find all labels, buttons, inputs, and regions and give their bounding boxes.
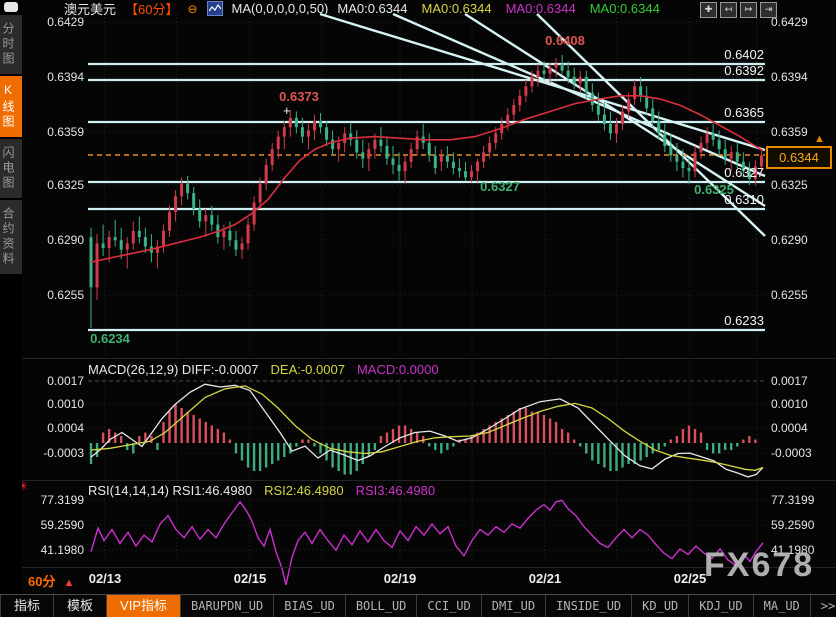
ma-indicator-icon[interactable] (207, 1, 223, 16)
price-axis-label-right: 0.6290 (771, 233, 808, 247)
price-annotation: 0.6373 (279, 89, 319, 104)
toolbar-tab-CCI_UD[interactable]: CCI_UD (417, 595, 481, 617)
macd-axis-label-right: 0.0017 (771, 374, 808, 388)
chart-canvas[interactable] (0, 0, 836, 594)
rsi-header-value: RSI3:46.4980 (356, 483, 436, 498)
rsi-header-value: RSI(14,14,14) RSI1:46.4980 (88, 483, 252, 498)
price-annotation: 0.6327 (480, 179, 520, 194)
sidebar-collapse-handle[interactable] (4, 2, 18, 12)
hline-price-label: 0.6233 (696, 313, 764, 328)
rsi-axis-label-left: 59.2590 (20, 518, 84, 532)
macd-header-value: MACD(26,12,9) DIFF:-0.0007 (88, 362, 259, 377)
period-label: 【60分】 (125, 0, 178, 18)
price-up-arrow-icon: ▲ (814, 133, 825, 145)
watermark-logo: FX678 (704, 546, 814, 585)
macd-axis-label-left: -0.0003 (20, 446, 84, 460)
shift-left-icon[interactable]: ↤ (720, 2, 737, 18)
toolbar-tab-KD_UD[interactable]: KD_UD (632, 595, 689, 617)
price-axis-label-left: 0.6394 (20, 70, 84, 84)
macd-axis-label-left: 0.0004 (20, 421, 84, 435)
toolbar-tab-BIAS_UD[interactable]: BIAS_UD (274, 595, 346, 617)
sidebar-tab-分时图[interactable]: 分时图 (0, 15, 22, 74)
indicator-toolbar: 指标模板VIP指标BARUPDN_UDBIAS_UDBOLL_UDCCI_UDD… (0, 594, 836, 617)
macd-axis-label-right: -0.0003 (771, 446, 812, 460)
rsi-axis-label-left: 77.3199 (20, 493, 84, 507)
price-axis-label-left: 0.6325 (20, 178, 84, 192)
ma-value-label: MA0:0.6344 (590, 1, 660, 16)
hline-price-label: 0.6402 (696, 47, 764, 62)
toolbar-tab-模板[interactable]: 模板 (54, 595, 107, 617)
toolbar-tab-VIP指标[interactable]: VIP指标 (107, 595, 181, 617)
hline-price-label: 0.6327 (696, 165, 764, 180)
price-axis-label-right: 0.6325 (771, 178, 808, 192)
chart-type-sidebar: 分时图K线图闪电图合约资料 (0, 0, 22, 594)
ma-value-label: MA0:0.6344 (506, 1, 576, 16)
price-axis-label-right: 0.6394 (771, 70, 808, 84)
price-axis-label-left: 0.6359 (20, 125, 84, 139)
up-triangle-icon: ▲ (63, 577, 74, 589)
hline-price-label: 0.6365 (696, 105, 764, 120)
rsi-axis-label-left: 41.1980 (20, 543, 84, 557)
price-axis-label-right: 0.6255 (771, 288, 808, 302)
toolbar-tab-MA_UD[interactable]: MA_UD (754, 595, 811, 617)
trading-chart-window: 分时图K线图闪电图合约资料 澳元美元 【60分】 ⊖ MA(0,0,0,0,0,… (0, 0, 836, 617)
ma-values: MA0:0.6344 MA0:0.6344 MA0:0.6344 MA0:0.6344 (337, 1, 673, 16)
rsi-header: RSI(14,14,14) RSI1:46.4980 RSI2:46.4980 RS… (88, 483, 435, 498)
ma-value-label: MA0:0.6344 (421, 1, 491, 16)
price-axis-label-left: 0.6255 (20, 288, 84, 302)
symbol-title: 澳元美元 (64, 0, 116, 18)
exit-chart-icon[interactable]: ⇥ (760, 2, 777, 18)
toolbar-tab->>[interactable]: >> (811, 595, 836, 617)
price-axis-label-right: 0.6359 (771, 125, 808, 139)
price-axis-label-left: 0.6290 (20, 233, 84, 247)
ma-value-label: MA0:0.6344 (337, 1, 407, 16)
chart-header: 澳元美元 【60分】 ⊖ MA(0,0,0,0,0,50) MA0:0.6344… (64, 1, 674, 16)
sidebar-tab-合约资料[interactable]: 合约资料 (0, 200, 22, 274)
toolbar-tab-INSIDE_UD[interactable]: INSIDE_UD (546, 595, 632, 617)
timeframe-corner-label[interactable]: 60分▲ (28, 571, 74, 590)
toolbar-tab-DMI_UD[interactable]: DMI_UD (482, 595, 546, 617)
macd-header-value: DEA:-0.0007 (271, 362, 345, 377)
shift-right-icon[interactable]: ↦ (740, 2, 757, 18)
time-axis-label: 02/21 (529, 571, 562, 586)
macd-axis-label-right: 0.0004 (771, 421, 808, 435)
toolbar-tab-KDJ_UD[interactable]: KDJ_UD (689, 595, 753, 617)
time-axis-label: 02/19 (384, 571, 417, 586)
macd-axis-label-left: 0.0017 (20, 374, 84, 388)
price-annotation: 0.6408 (545, 33, 585, 48)
toolbar-tab-指标[interactable]: 指标 (0, 595, 54, 617)
rsi-axis-label-right: 77.3199 (771, 493, 814, 507)
crosshair-tool-icon[interactable]: ✚ (700, 2, 717, 18)
time-axis-label: 02/25 (674, 571, 707, 586)
macd-header: MACD(26,12,9) DIFF:-0.0007 DEA:-0.0007 MAC… (88, 362, 439, 377)
ma-settings-label: MA(0,0,0,0,0,50) (232, 1, 329, 16)
collapse-indicator-icon[interactable]: ⊖ (187, 2, 197, 16)
sidebar-tab-闪电图[interactable]: 闪电图 (0, 139, 22, 198)
time-axis-label: 02/15 (234, 571, 267, 586)
current-price-badge: 0.6344 (766, 146, 832, 169)
chart-toolbar-buttons: ✚↤↦⇥ (700, 2, 777, 18)
macd-header-value: MACD:0.0000 (357, 362, 439, 377)
toolbar-tab-BARUPDN_UD[interactable]: BARUPDN_UD (181, 595, 274, 617)
price-annotation: 0.6325 (694, 182, 734, 197)
macd-axis-label-right: 0.0010 (771, 397, 808, 411)
rsi-header-value: RSI2:46.4980 (264, 483, 344, 498)
time-axis-label: 02/13 (89, 571, 122, 586)
hline-price-label: 0.6392 (696, 63, 764, 78)
drawing-anchor-cross[interactable]: + (283, 103, 291, 118)
macd-axis-label-left: 0.0010 (20, 397, 84, 411)
price-annotation: 0.6234 (90, 331, 130, 346)
toolbar-tab-BOLL_UD[interactable]: BOLL_UD (346, 595, 418, 617)
rsi-axis-label-right: 59.2590 (771, 518, 814, 532)
sidebar-tab-K线图[interactable]: K线图 (0, 76, 22, 137)
